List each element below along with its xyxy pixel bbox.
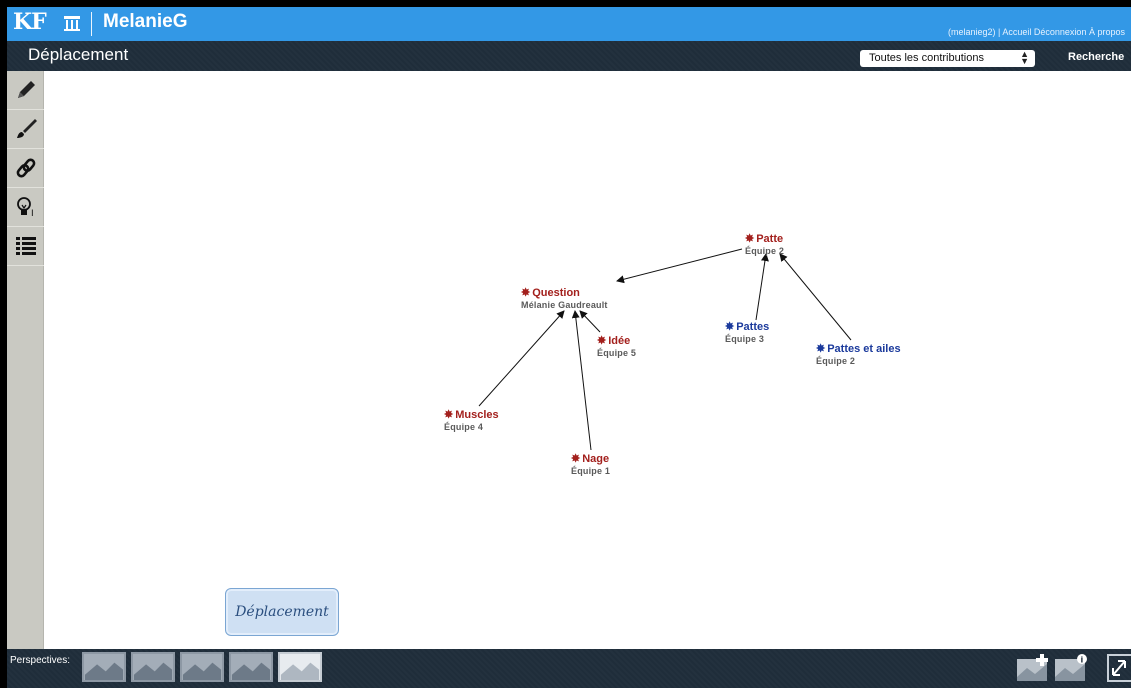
note-title: ✸ Idée: [597, 335, 631, 347]
note-icon: ✸: [725, 321, 735, 333]
scaffold-tool[interactable]: I: [7, 188, 44, 227]
note-title: ✸ Pattes et ailes: [816, 343, 901, 355]
perspective-thumbnail-3[interactable]: [180, 652, 224, 682]
perspective-thumbnail-2[interactable]: [131, 652, 175, 682]
note-title: ✸ Question: [521, 287, 580, 299]
link-muscles-question: [478, 310, 565, 407]
view-header-bar: Déplacement Toutes les contributions ▲ ▼ …: [7, 41, 1131, 71]
note-icon: ✸: [745, 233, 755, 245]
view-title: Déplacement: [28, 45, 129, 64]
perspectives-label: Perspectives:: [10, 655, 71, 666]
note-question[interactable]: ✸ Question Mélanie Gaudreault: [521, 286, 608, 310]
perspective-info-icon[interactable]: i: [1055, 653, 1089, 681]
top-links: (melanieg2) | Accueil Déconnexion À prop…: [948, 27, 1125, 37]
note-icon: ✸: [816, 343, 826, 355]
perspectives-bar: Perspectives: i: [7, 649, 1131, 688]
note-author: Mélanie Gaudreault: [521, 300, 608, 310]
view-link-label: Déplacement: [235, 604, 329, 620]
perspective-thumbnail-1[interactable]: [82, 652, 126, 682]
filter-select-value: Toutes les contributions: [869, 52, 984, 64]
kf-logo[interactable]: KF: [13, 9, 47, 35]
note-title: ✸ Pattes: [725, 321, 770, 333]
note-idee[interactable]: ✸ Idée Équipe 5: [597, 334, 636, 358]
select-arrows-icon: ▲ ▼: [1020, 49, 1029, 66]
perspective-thumbnail-4[interactable]: [229, 652, 273, 682]
link-patte-question: [616, 248, 743, 284]
lightbulb-icon: I: [16, 197, 34, 219]
app-window: KF MelanieG (melanieg2) | Accueil Déconn…: [7, 7, 1131, 688]
landscape-icon: [84, 662, 124, 680]
note-icon: ✸: [444, 409, 454, 421]
note-icon: ✸: [571, 453, 581, 465]
brush-icon: [16, 119, 37, 138]
logout-link[interactable]: Déconnexion: [1034, 27, 1087, 37]
note-pattes-et-ailes[interactable]: ✸ Pattes et ailes Équipe 2: [816, 342, 901, 366]
link-idee-question: [579, 310, 601, 333]
column-icon: [64, 16, 80, 31]
svg-text:I: I: [31, 209, 34, 219]
note-links: [478, 248, 852, 451]
link-pattesailes-patte: [779, 253, 852, 341]
top-bar: KF MelanieG (melanieg2) | Accueil Déconn…: [7, 7, 1131, 41]
note-author: Équipe 5: [597, 348, 637, 358]
add-perspective-icon[interactable]: [1017, 653, 1051, 681]
landscape-icon: [133, 662, 173, 680]
note-patte[interactable]: ✸ Patte Équipe 2: [745, 232, 784, 256]
landscape-icon: [182, 662, 222, 680]
note-title: ✸ Patte: [745, 233, 784, 245]
landscape-icon: [231, 662, 271, 680]
search-link[interactable]: Recherche: [1068, 51, 1124, 63]
note-title: ✸ Nage: [571, 453, 610, 465]
list-icon: [15, 237, 36, 255]
perspective-thumbnail-5[interactable]: [278, 652, 322, 682]
user-title: MelanieG: [103, 11, 188, 32]
expand-icon[interactable]: [1107, 653, 1131, 683]
note-pattes[interactable]: ✸ Pattes Équipe 3: [725, 320, 769, 344]
link-icon: [16, 158, 35, 178]
list-view-tool[interactable]: [7, 227, 44, 266]
note-icon: ✸: [521, 287, 531, 299]
links-separator: |: [998, 27, 1001, 37]
svg-text:i: i: [1081, 656, 1084, 665]
note-author: Équipe 2: [745, 246, 785, 256]
user-link[interactable]: (melanieg2): [948, 27, 996, 37]
logo-divider: [91, 12, 92, 36]
landscape-icon: [280, 662, 320, 680]
note-title: ✸ Muscles: [444, 409, 499, 421]
link-nage-question: [571, 310, 592, 451]
link-pattes-patte: [755, 253, 769, 321]
home-link[interactable]: Accueil: [1002, 27, 1031, 37]
note-author: Équipe 4: [444, 422, 484, 432]
note-nage[interactable]: ✸ Nage Équipe 1: [571, 452, 610, 476]
view-link-card[interactable]: Déplacement: [225, 588, 339, 636]
note-icon: ✸: [597, 335, 607, 347]
left-toolbar: I: [7, 71, 44, 649]
new-note-tool[interactable]: [7, 71, 44, 110]
note-author: Équipe 3: [725, 334, 765, 344]
view-canvas[interactable]: ✸ Patte Équipe 2 ✸ Question Mélanie Gaudre…: [45, 71, 1131, 649]
drawing-tool[interactable]: [7, 110, 44, 149]
link-tool[interactable]: [7, 149, 44, 188]
note-author: Équipe 2: [816, 356, 856, 366]
note-author: Équipe 1: [571, 466, 611, 476]
contributions-filter-select[interactable]: Toutes les contributions ▲ ▼: [860, 50, 1035, 67]
about-link[interactable]: À propos: [1089, 27, 1125, 37]
note-muscles[interactable]: ✸ Muscles Équipe 4: [444, 408, 499, 432]
pencil-icon: [17, 81, 35, 98]
